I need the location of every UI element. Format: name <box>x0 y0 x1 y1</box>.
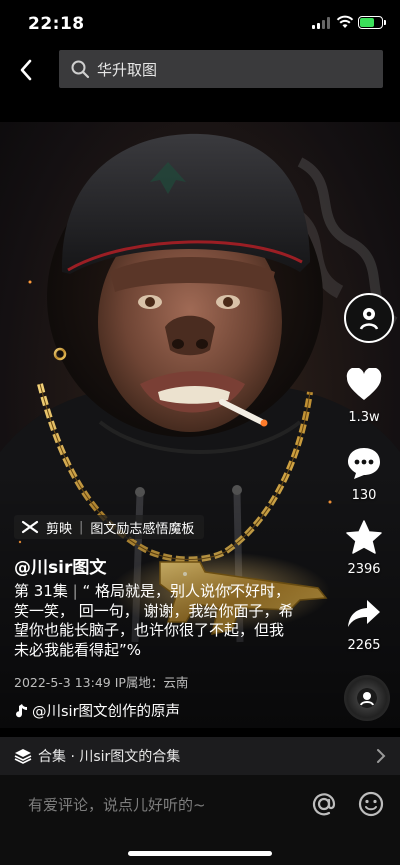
search-input[interactable]: 华升取图 <box>59 50 383 88</box>
share-action[interactable]: 2265 <box>334 598 394 653</box>
comment-action[interactable]: 130 <box>334 446 394 503</box>
episode-label: 第 31集 <box>14 582 68 600</box>
status-time: 22:18 <box>28 14 85 34</box>
music-note-icon <box>16 703 27 717</box>
search-icon <box>63 50 97 88</box>
back-button[interactable] <box>12 54 40 86</box>
share-arrow-icon <box>348 600 380 627</box>
capcut-icon <box>21 520 39 534</box>
template-tag[interactable]: 剪映 | 图文励志感悟魔板 <box>14 515 205 539</box>
video-description[interactable]: 第 31集 | “ 格局就是，别人说你不好时，笑一笑， 回一句， 谢谢，我给你面… <box>14 582 296 660</box>
post-date-location: 2022-5-3 13:49 IP属地：云南 <box>14 675 189 690</box>
like-count: 1.3w <box>348 410 380 425</box>
at-mention-icon[interactable] <box>309 789 339 819</box>
collection-label: 合集 · 川sir图文的合集 <box>38 749 181 765</box>
wifi-icon <box>336 15 354 28</box>
disc-avatar-icon <box>360 692 374 706</box>
status-bar: 22:18 <box>0 0 400 46</box>
cellular-signal-icon <box>312 17 330 29</box>
music-link[interactable]: @川sir图文创作的原声 <box>14 700 180 721</box>
comment-bar: 有爱评论，说点儿好听的~ <box>0 775 400 865</box>
layers-icon <box>14 748 32 764</box>
author-name[interactable]: @川sir图文 <box>14 553 106 578</box>
template-tag-label: 图文励志感悟魔板 <box>90 521 195 537</box>
favorite-count: 2396 <box>347 562 381 577</box>
share-count: 2265 <box>347 638 381 653</box>
like-action[interactable]: 1.3w <box>334 367 394 425</box>
comment-input[interactable]: 有爱评论，说点儿好听的~ <box>28 794 206 815</box>
star-icon <box>346 520 382 554</box>
collection-bar[interactable]: 合集 · 川sir图文的合集 <box>0 737 400 775</box>
chevron-left-icon <box>20 59 32 81</box>
emoji-icon[interactable] <box>356 789 386 819</box>
comment-count: 130 <box>351 488 377 503</box>
avatar-logo-icon <box>359 308 379 330</box>
music-disc[interactable] <box>344 675 390 721</box>
search-query-text: 华升取图 <box>97 60 158 79</box>
battery-icon <box>358 16 386 29</box>
comment-bubble-icon <box>348 448 380 479</box>
chevron-right-icon <box>377 749 386 763</box>
author-avatar[interactable] <box>344 293 394 343</box>
music-label: @川sir图文创作的原声 <box>32 704 181 720</box>
heart-icon <box>346 367 382 400</box>
app-tag-label: 剪映 <box>46 521 73 537</box>
home-indicator <box>128 851 272 856</box>
favorite-action[interactable]: 2396 <box>334 520 394 577</box>
